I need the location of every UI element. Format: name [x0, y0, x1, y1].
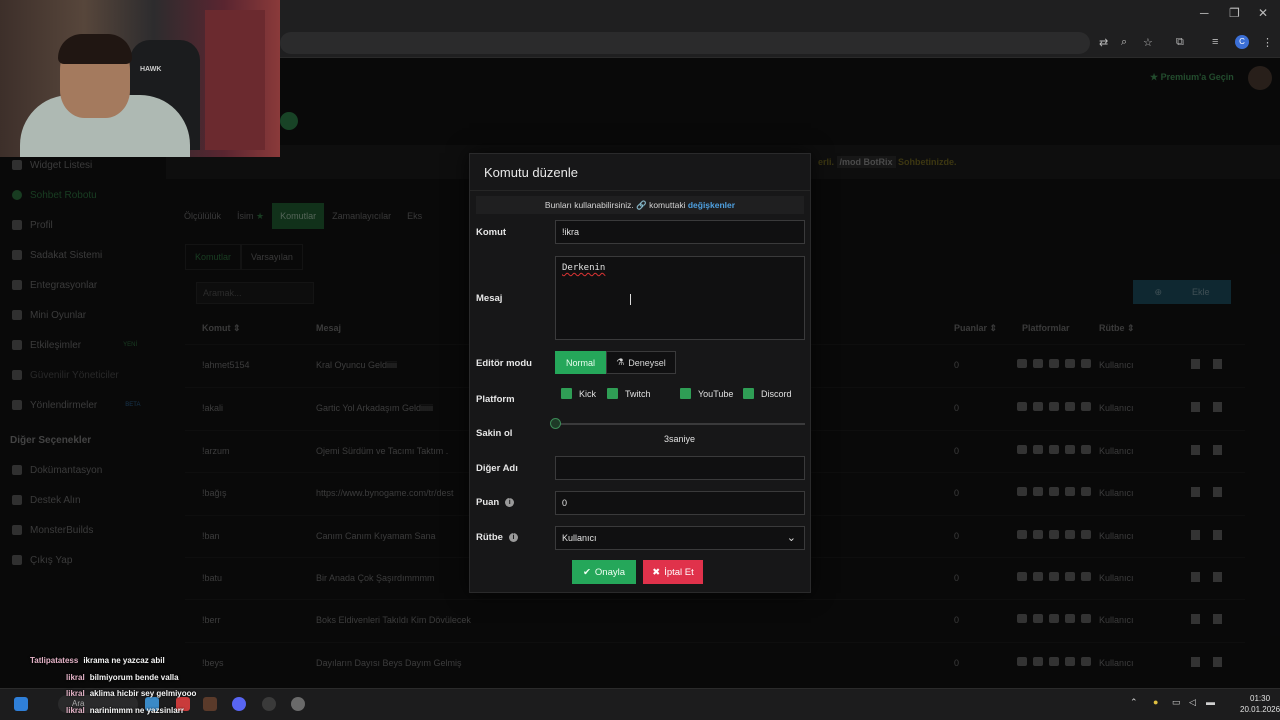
- close-window-icon[interactable]: ✕: [1258, 6, 1268, 20]
- windows-start-icon[interactable]: [14, 697, 28, 711]
- flask-icon: ⚗: [616, 357, 625, 367]
- minimize-icon[interactable]: ─: [1200, 6, 1209, 20]
- variables-info: Bunları kullanabilirsiniz. 🔗 komuttaki d…: [476, 196, 804, 214]
- message-textarea[interactable]: Derkenin: [555, 256, 805, 340]
- network-icon[interactable]: ▭: [1172, 697, 1181, 708]
- chat-message: likral bilmiyorum bende valla: [66, 673, 179, 682]
- close-icon: ✖: [652, 566, 661, 578]
- chat-message: likral aklima hicbir sey gelmiyooo: [66, 689, 197, 698]
- chevron-down-icon: ⌄: [786, 532, 796, 544]
- bookmark-star-icon[interactable]: ☆: [1143, 36, 1153, 49]
- platform-twitch-checkbox[interactable]: Twitch: [607, 388, 651, 399]
- discord-taskbar-icon[interactable]: [232, 697, 246, 711]
- platform-youtube-checkbox[interactable]: YouTube: [680, 388, 733, 399]
- cancel-button[interactable]: ✖ İptal Et: [643, 560, 703, 584]
- confirm-button[interactable]: ✔ Onayla: [572, 560, 636, 584]
- command-input[interactable]: !ikra: [555, 220, 805, 244]
- zoom-icon[interactable]: ⌕: [1121, 36, 1127, 49]
- message-label: Mesaj: [476, 293, 503, 304]
- alias-label: Diğer Adı: [476, 463, 518, 474]
- alias-input[interactable]: [555, 456, 805, 480]
- translate-icon[interactable]: ⇄: [1099, 36, 1108, 49]
- chevron-up-icon[interactable]: ⌃: [1130, 697, 1138, 708]
- cooldown-slider-track[interactable]: [555, 423, 805, 425]
- platform-discord-checkbox[interactable]: Discord: [743, 388, 792, 399]
- media-icon[interactable]: ≡: [1212, 36, 1218, 48]
- modal-title: Komutu düzenle: [484, 165, 578, 180]
- mode-normal-button[interactable]: Normal: [555, 351, 606, 374]
- browser-menu-icon[interactable]: ⋮: [1262, 36, 1273, 49]
- extensions-icon[interactable]: ⧉: [1176, 36, 1184, 49]
- app2-taskbar-icon[interactable]: [262, 697, 276, 711]
- chair-logo: HAWK: [140, 66, 162, 73]
- cooldown-label: Sakin ol: [476, 428, 513, 439]
- chat-message: likral narinimmm ne yazsinlarr: [66, 706, 184, 715]
- command-label: Komut: [476, 227, 507, 238]
- cooldown-value: 3saniye: [664, 434, 696, 444]
- mic-icon[interactable]: ●: [1153, 697, 1158, 707]
- points-label: Puan i: [476, 497, 515, 508]
- rank-label: Rütbe i: [476, 532, 518, 543]
- webcam-overlay: HAWK: [0, 0, 280, 157]
- obs-taskbar-icon[interactable]: [291, 697, 305, 711]
- info-icon[interactable]: i: [505, 498, 515, 507]
- platform-kick-checkbox[interactable]: Kick: [561, 388, 596, 399]
- info-icon[interactable]: i: [508, 533, 518, 542]
- editor-mode-label: Editör modu: [476, 358, 532, 369]
- clock[interactable]: 01:30 20.01.2026: [1240, 693, 1280, 715]
- chat-message: Tatlipatatess ikrama ne yazcaz abil: [30, 656, 165, 665]
- platform-label: Platform: [476, 394, 515, 405]
- address-bar[interactable]: [280, 32, 1090, 54]
- cooldown-slider-handle[interactable]: [550, 418, 561, 429]
- variables-link[interactable]: değişkenler: [688, 200, 735, 210]
- browser-profile-avatar[interactable]: C: [1235, 35, 1249, 49]
- mode-experimental-button[interactable]: ⚗ Deneysel: [606, 351, 676, 374]
- game-taskbar-icon[interactable]: [203, 697, 217, 711]
- points-input[interactable]: 0: [555, 491, 805, 515]
- check-icon: ✔: [582, 566, 591, 578]
- battery-icon[interactable]: ▬: [1206, 697, 1215, 707]
- volume-icon[interactable]: ◁: [1189, 697, 1196, 708]
- maximize-icon[interactable]: ❐: [1229, 6, 1240, 20]
- text-cursor: [630, 294, 631, 305]
- link-icon: 🔗: [636, 200, 647, 210]
- edit-command-modal: Komutu düzenle Bunları kullanabilirsiniz…: [469, 153, 811, 593]
- rank-select[interactable]: Kullanıcı ⌄: [555, 526, 805, 550]
